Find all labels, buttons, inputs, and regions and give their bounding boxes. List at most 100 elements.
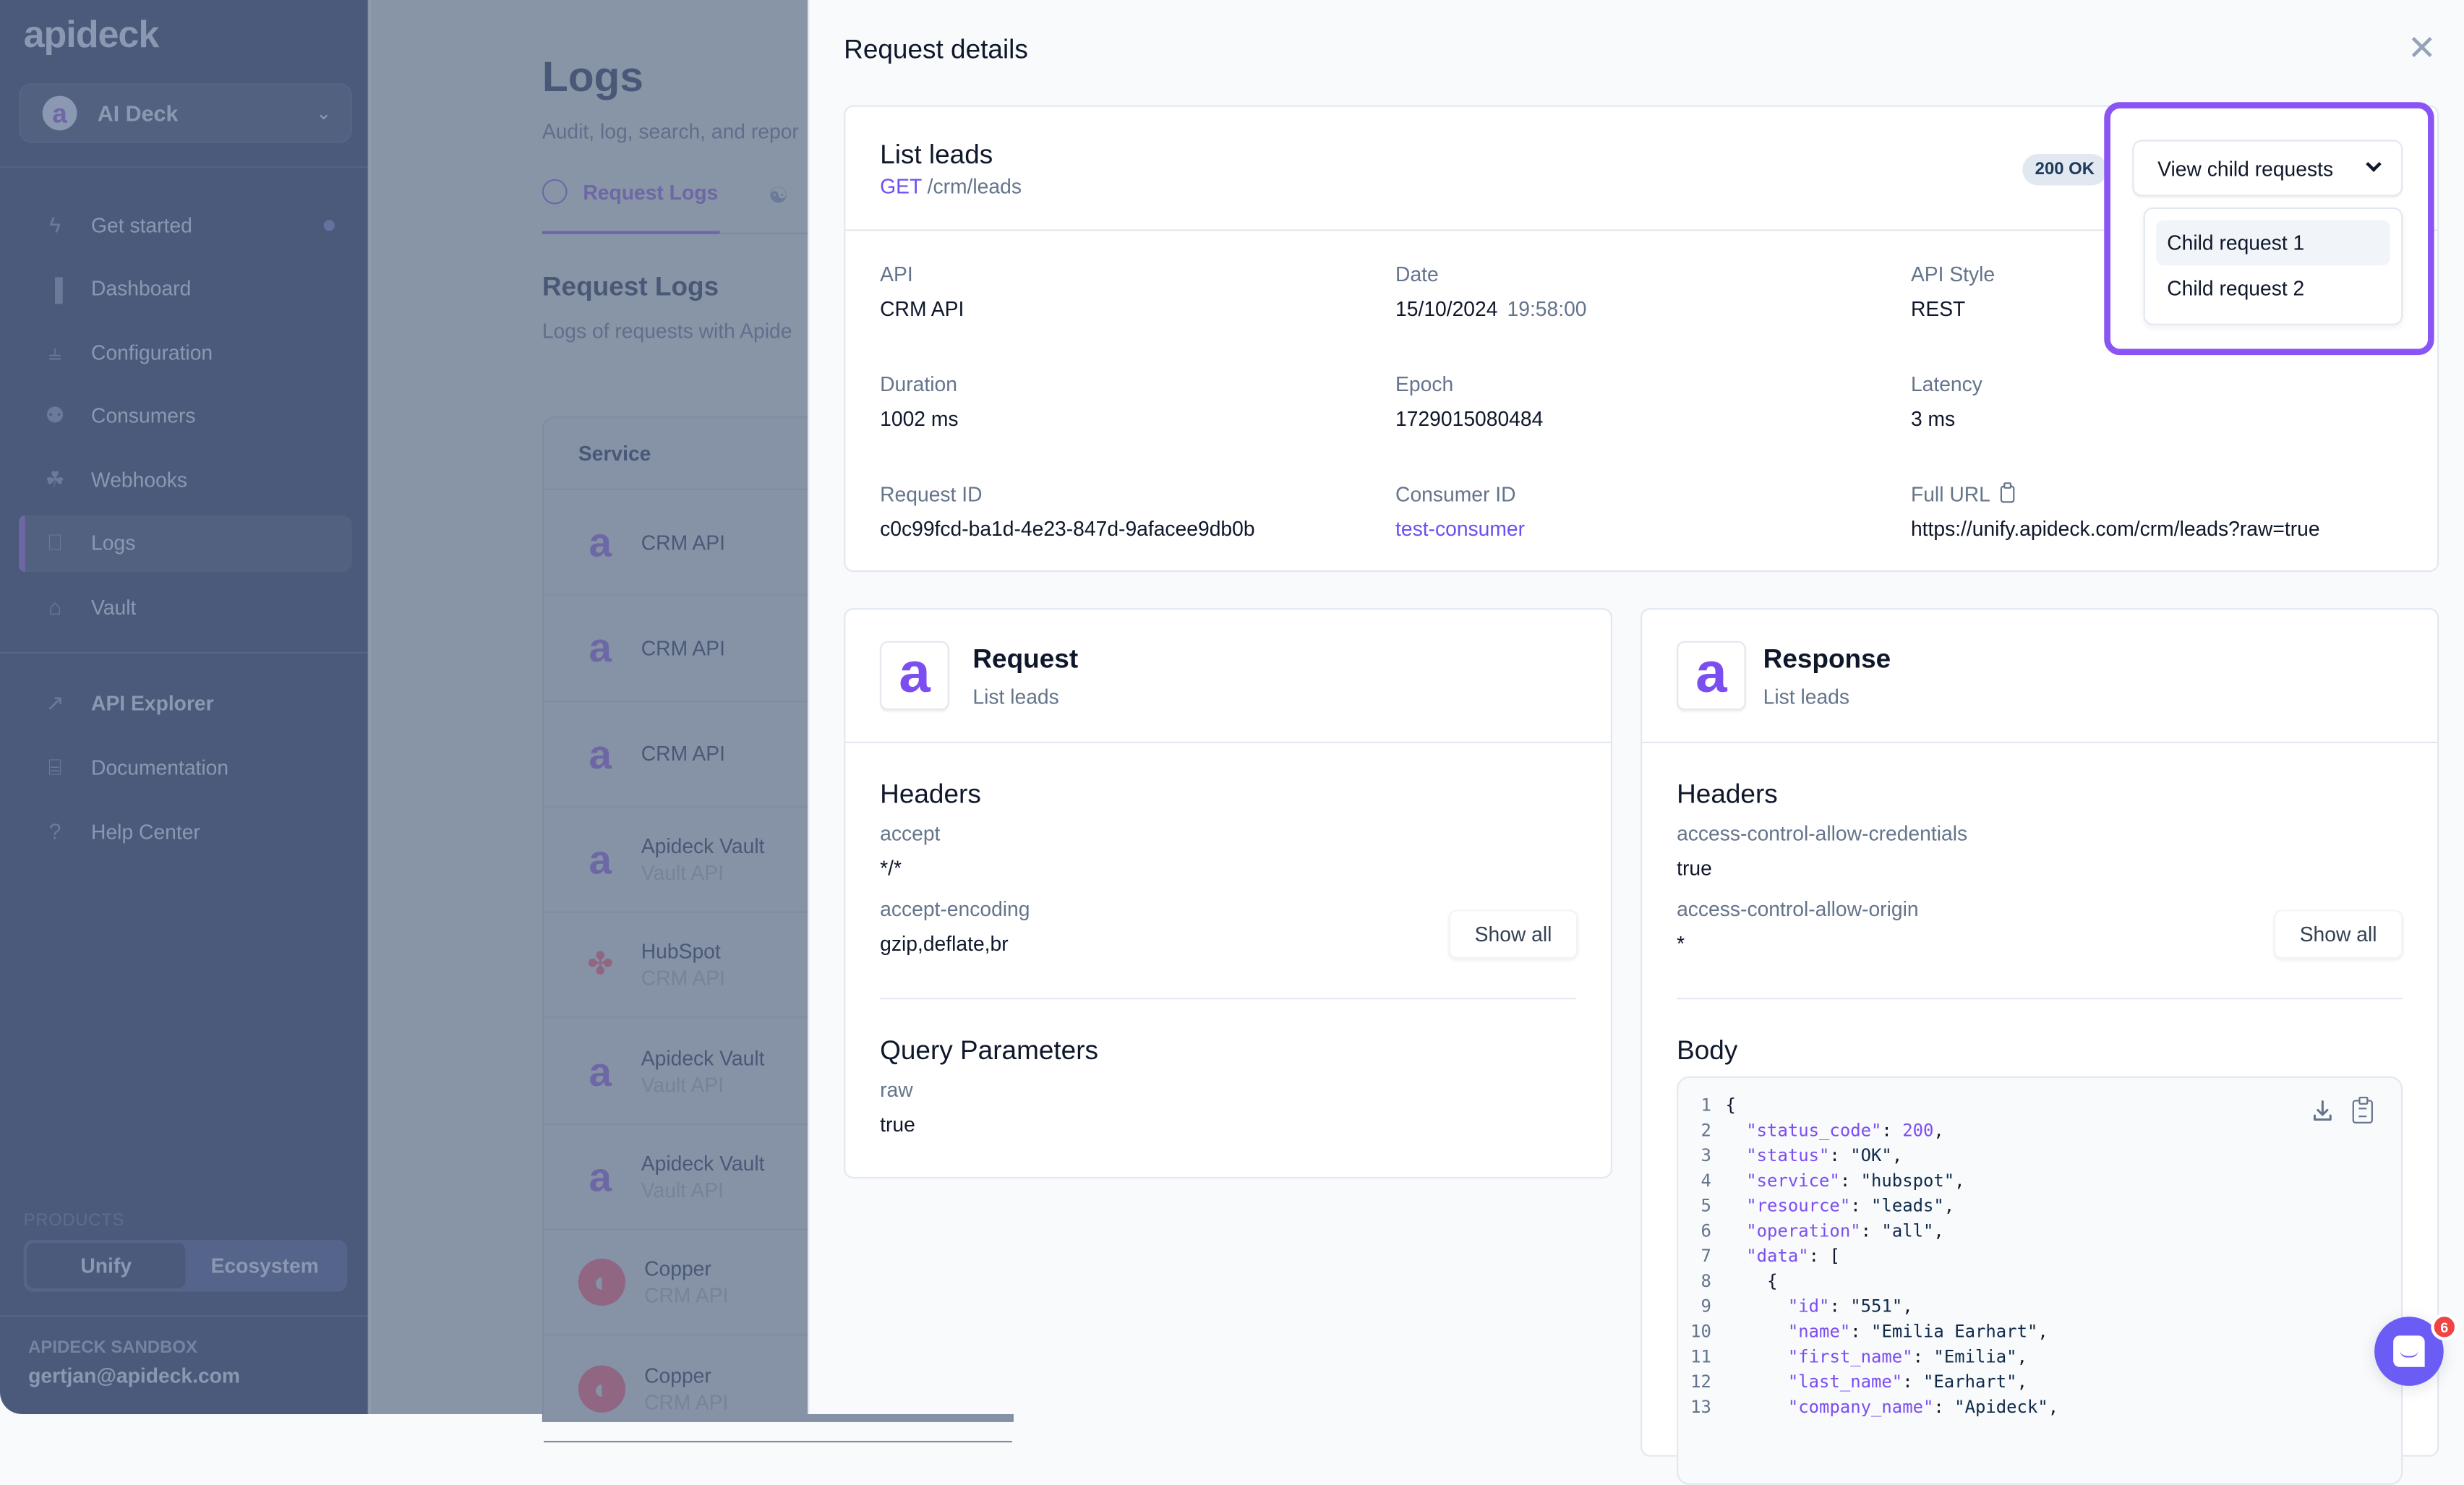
code-token: , bbox=[2016, 1371, 2027, 1392]
line-number: 10 bbox=[1690, 1321, 1711, 1343]
field-value-text: 3 ms bbox=[1910, 406, 1956, 431]
sidebar-item-documentation[interactable]: ⌸ Documentation bbox=[19, 738, 352, 795]
field-value-text: 15/10/2024 bbox=[1395, 296, 1498, 321]
service-cell: CRM API bbox=[641, 636, 725, 660]
workspace-avatar: a bbox=[42, 95, 77, 131]
service-cell: CRM API bbox=[641, 531, 725, 555]
query-key: raw bbox=[880, 1077, 913, 1102]
line-number: 12 bbox=[1690, 1371, 1711, 1392]
http-method: GET bbox=[880, 174, 922, 198]
response-subtitle: List leads bbox=[1763, 685, 1850, 709]
sidebar-item-configuration[interactable]: ⫨ Configuration bbox=[19, 324, 352, 380]
tab-request-logs[interactable]: Request Logs bbox=[542, 179, 718, 205]
code-line: 5 "resource": "leads", bbox=[1678, 1194, 1955, 1220]
sidebar-item-get-started[interactable]: ϟ Get started bbox=[19, 197, 352, 253]
sidebar-item-webhooks[interactable]: ☘ Webhooks bbox=[19, 451, 352, 508]
service-type: CRM API bbox=[644, 1284, 729, 1308]
status-badge: 200 OK bbox=[2022, 153, 2108, 186]
sidebar-item-dashboard[interactable]: ▐ Dashboard bbox=[19, 260, 352, 317]
code-token: "first_name" bbox=[1787, 1346, 1913, 1367]
account-label: APIDECK SANDBOX bbox=[28, 1338, 197, 1358]
code-token: "all" bbox=[1881, 1220, 1934, 1241]
sidebar-item-label: Vault bbox=[91, 594, 137, 619]
field-value-text: https://unify.apideck.com/crm/leads?raw=… bbox=[1910, 517, 2320, 541]
line-number: 4 bbox=[1701, 1171, 1711, 1191]
body-title: Body bbox=[1677, 1035, 1738, 1066]
workspace-switcher[interactable]: a AI Deck ⌄ bbox=[19, 83, 352, 143]
menu-item-child-request-2[interactable]: Child request 2 bbox=[2156, 265, 2390, 311]
code-token: { bbox=[1767, 1271, 1778, 1292]
section-title: Request Logs bbox=[542, 271, 719, 302]
sidebar-item-label: Configuration bbox=[91, 340, 213, 364]
field-label-text: Latency bbox=[1910, 372, 1982, 396]
copy-clipboard-icon[interactable] bbox=[2352, 1096, 2373, 1124]
service-type: Vault API bbox=[641, 1178, 724, 1202]
field-value-text: c0c99fcd-ba1d-4e23-847d-9afacee9db0b bbox=[880, 517, 1255, 541]
request-headers-title: Headers bbox=[880, 779, 981, 810]
product-ecosystem[interactable]: Ecosystem bbox=[185, 1243, 344, 1288]
sidebar-item-logs[interactable]: ⎕ Logs bbox=[19, 514, 352, 572]
apideck-logo-icon: a bbox=[589, 730, 612, 778]
apideck-logo: apideck bbox=[23, 14, 160, 57]
sidebar-item-label: Help Center bbox=[91, 819, 200, 843]
field-label-text: API Style bbox=[1910, 262, 1995, 286]
sidebar-item-vault[interactable]: ⌂ Vault bbox=[19, 578, 352, 635]
code-line: 12 "last_name": "Earhart", bbox=[1678, 1370, 2027, 1395]
field-consumer-id: Consumer ID test-consumer bbox=[1395, 482, 1525, 540]
line-number: 11 bbox=[1690, 1346, 1711, 1367]
chevron-down-icon: ⌄ bbox=[315, 102, 332, 124]
field-date: Date 15/10/2024 19:58:00 bbox=[1395, 262, 1586, 320]
close-icon[interactable]: ✕ bbox=[2408, 30, 2437, 65]
sidebar-item-help-center[interactable]: ? Help Center bbox=[19, 803, 352, 860]
query-parameters-title: Query Parameters bbox=[880, 1035, 1099, 1066]
field-request-id: Request ID c0c99fcd-ba1d-4e23-847d-9aface… bbox=[880, 482, 1254, 540]
code-token: "551" bbox=[1850, 1296, 1903, 1317]
code-token: "status" bbox=[1746, 1145, 1830, 1166]
view-child-requests-button[interactable]: View child requests bbox=[2132, 140, 2403, 197]
line-number: 6 bbox=[1701, 1220, 1711, 1241]
download-icon[interactable] bbox=[2313, 1100, 2332, 1121]
code-line: 4 "service": "hubspot", bbox=[1678, 1169, 1965, 1194]
sliders-icon: ⫨ bbox=[48, 338, 61, 364]
copper-logo-icon: ◐ bbox=[578, 1364, 626, 1412]
code-token: : bbox=[1850, 1195, 1872, 1217]
field-value: https://unify.apideck.com/crm/leads?raw=… bbox=[1911, 517, 2320, 541]
code-token: 200 bbox=[1902, 1120, 1934, 1141]
tab-webhook-logs[interactable]: ☯ bbox=[769, 182, 788, 209]
request-headers-show-all-button[interactable]: Show all bbox=[1448, 910, 1578, 959]
code-token: "resource" bbox=[1746, 1195, 1851, 1217]
code-token: , bbox=[1954, 1171, 1965, 1191]
field-value-text: 1729015080484 bbox=[1395, 406, 1544, 431]
workspace-name: AI Deck bbox=[97, 100, 179, 126]
service-type: Vault API bbox=[641, 861, 724, 885]
field-value[interactable]: test-consumer bbox=[1395, 517, 1525, 541]
lock-icon: ⌂ bbox=[48, 594, 62, 620]
product-unify[interactable]: Unify bbox=[26, 1243, 186, 1289]
code-line: 9 "id": "551", bbox=[1678, 1295, 1913, 1320]
copy-clipboard-icon[interactable] bbox=[1999, 482, 2014, 503]
telescope-icon: ↗ bbox=[46, 689, 64, 714]
sidebar-item-consumers[interactable]: ⚉ Consumers bbox=[19, 388, 352, 444]
response-headers-show-all-button[interactable]: Show all bbox=[2274, 910, 2403, 959]
response-body-code[interactable]: 1{2 "status_code": 200, 3 "status": "OK",… bbox=[1677, 1076, 2403, 1485]
code-token: : bbox=[1902, 1371, 1924, 1392]
response-title: Response bbox=[1763, 644, 1891, 675]
header-value: */* bbox=[880, 856, 902, 881]
code-line: 1{ bbox=[1678, 1094, 1736, 1119]
code-token: "status_code" bbox=[1746, 1120, 1882, 1141]
globe-icon bbox=[542, 179, 568, 205]
account-email[interactable]: gertjan@apideck.com bbox=[28, 1364, 240, 1387]
line-number: 9 bbox=[1701, 1296, 1711, 1317]
sidebar-item-label: Dashboard bbox=[91, 276, 192, 301]
code-token: : bbox=[1912, 1346, 1934, 1367]
code-line: 8 { bbox=[1678, 1270, 1778, 1295]
menu-item-child-request-1[interactable]: Child request 1 bbox=[2156, 220, 2390, 266]
sidebar: apideck a AI Deck ⌄ ϟ Get started ▐ Dashboa… bbox=[0, 0, 371, 1414]
page-title: Logs bbox=[542, 53, 644, 101]
sidebar-item-api-explorer[interactable]: ↗ API Explorer bbox=[19, 674, 352, 730]
